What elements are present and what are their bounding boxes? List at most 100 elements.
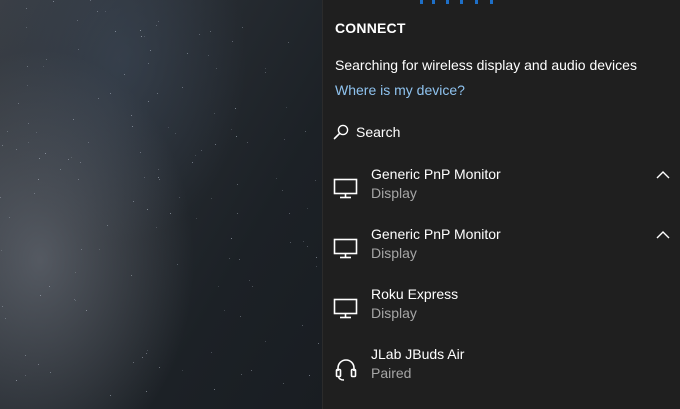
wallpaper-star (168, 127, 169, 128)
wallpaper-star (307, 208, 308, 209)
wallpaper-star (211, 352, 212, 353)
wallpaper-star (290, 242, 291, 243)
device-name: Generic PnP Monitor (371, 226, 501, 242)
wallpaper-star (133, 201, 134, 202)
wallpaper-star (235, 108, 236, 109)
where-is-my-device-link[interactable]: Where is my device? (335, 82, 465, 98)
wallpaper-star (71, 157, 72, 158)
wallpaper-star (16, 149, 17, 150)
wallpaper-star (147, 350, 148, 351)
wallpaper-star (242, 27, 243, 28)
wallpaper-star (88, 142, 89, 143)
wallpaper-star (74, 299, 75, 300)
wallpaper-star (90, 0, 91, 1)
wallpaper-star (302, 325, 303, 326)
device-item-generic-pnp-monitor-1[interactable]: Generic PnP Monitor Display (323, 166, 680, 214)
wallpaper-star (98, 98, 99, 99)
wallpaper-star (73, 119, 74, 120)
wallpaper-star (249, 280, 250, 281)
wallpaper-star (159, 367, 160, 368)
connect-panel: CONNECT Searching for wireless display a… (322, 0, 680, 409)
wallpaper-star (201, 150, 202, 151)
wallpaper-star (237, 213, 238, 214)
wallpaper-star (231, 129, 232, 130)
wallpaper-star (307, 246, 308, 247)
chevron-up-icon[interactable] (655, 168, 671, 182)
wallpaper-star (25, 375, 26, 376)
wallpaper-star (2, 145, 3, 146)
wallpaper-star (231, 238, 232, 239)
wallpaper-star (27, 66, 28, 67)
wallpaper-star (107, 225, 108, 226)
search-status-text: Searching for wireless display and audio… (335, 57, 637, 73)
wallpaper-star (2, 306, 3, 307)
wallpaper-star (140, 30, 141, 31)
wallpaper-star (97, 11, 98, 12)
wallpaper-star (147, 209, 148, 210)
wallpaper-star (247, 142, 248, 143)
wallpaper-star (38, 364, 39, 365)
wallpaper-star (16, 380, 17, 381)
wallpaper-star (289, 213, 290, 214)
device-item-roku-express[interactable]: Roku Express Display (323, 286, 680, 334)
search-button[interactable]: Search (333, 121, 400, 143)
wallpaper-star (28, 123, 29, 124)
wallpaper-star (141, 36, 142, 37)
wallpaper-star (144, 36, 145, 37)
desktop-wallpaper (0, 0, 322, 409)
wallpaper-star (53, 1, 54, 2)
wallpaper-star (216, 68, 217, 69)
wallpaper-star (211, 198, 212, 199)
wallpaper-star (146, 353, 147, 354)
wallpaper-star (199, 34, 200, 35)
wallpaper-star (305, 131, 306, 132)
wallpaper-star (159, 179, 160, 180)
wallpaper-star (187, 53, 188, 54)
wallpaper-star (148, 63, 149, 64)
wallpaper-star (182, 370, 183, 371)
device-type: Display (371, 305, 417, 321)
wallpaper-star (46, 59, 47, 60)
wallpaper-star (240, 316, 241, 317)
top-accent-strip (420, 0, 494, 4)
wallpaper-star (284, 139, 285, 140)
wallpaper-star (182, 87, 183, 88)
wallpaper-star (265, 341, 266, 342)
wallpaper-star (9, 217, 10, 218)
wallpaper-star (50, 372, 51, 373)
device-item-jlab-jbuds-air[interactable]: JLab JBuds Air Paired (323, 346, 680, 394)
wallpaper-star (157, 93, 158, 94)
wallpaper-star (218, 286, 219, 287)
wallpaper-star (124, 74, 125, 75)
wallpaper-star (140, 152, 141, 153)
wallpaper-star (251, 370, 252, 371)
wallpaper-star (158, 21, 159, 22)
wallpaper-star (286, 107, 287, 108)
search-label: Search (356, 124, 401, 140)
device-name: JLab JBuds Air (371, 346, 465, 362)
wallpaper-star (252, 286, 253, 287)
wallpaper-star (309, 375, 310, 376)
wallpaper-star (133, 362, 134, 363)
wallpaper-star (75, 300, 76, 301)
device-name: Generic PnP Monitor (371, 166, 501, 182)
wallpaper-star (49, 286, 50, 287)
monitor-icon (333, 176, 359, 202)
wallpaper-star (195, 155, 196, 156)
wallpaper-star (156, 25, 157, 26)
wallpaper-star (196, 218, 197, 219)
wallpaper-star (60, 169, 61, 170)
wallpaper-star (80, 162, 81, 163)
wallpaper-star (214, 113, 215, 114)
wallpaper-star (78, 49, 79, 50)
wallpaper-star (110, 395, 111, 396)
wallpaper-star (105, 11, 106, 12)
device-item-generic-pnp-monitor-2[interactable]: Generic PnP Monitor Display (323, 226, 680, 274)
wallpaper-star (214, 389, 215, 390)
wallpaper-star (232, 41, 233, 42)
device-status: Paired (371, 365, 412, 381)
chevron-up-icon[interactable] (655, 228, 671, 242)
panel-title: CONNECT (335, 20, 406, 36)
wallpaper-star (86, 310, 87, 311)
wallpaper-star (175, 133, 176, 134)
